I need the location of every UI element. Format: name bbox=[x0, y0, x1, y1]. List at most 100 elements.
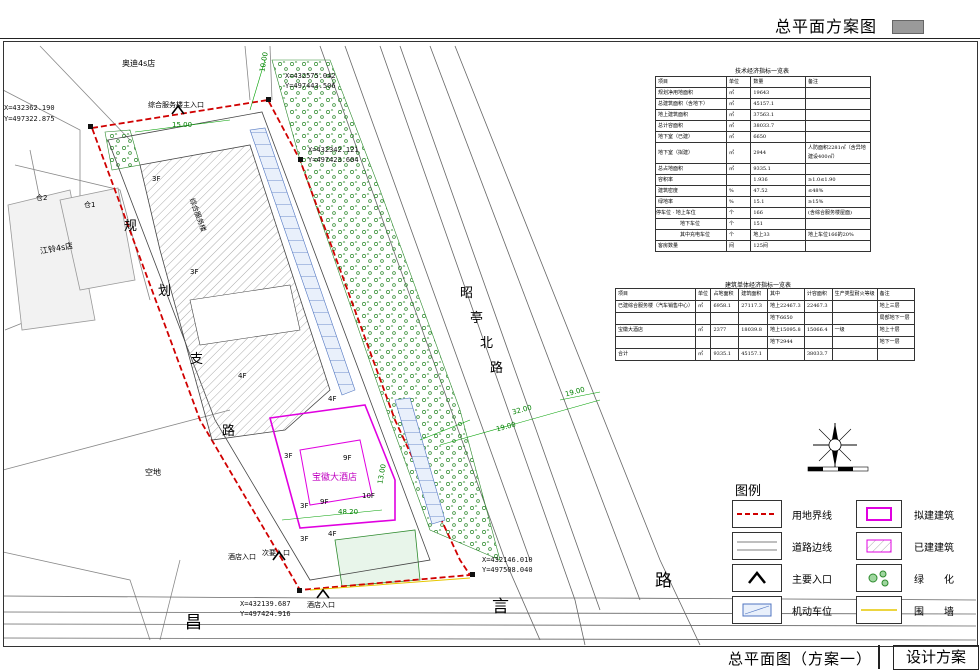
cell: 个 bbox=[725, 218, 752, 230]
cell: ㎡ bbox=[695, 300, 712, 313]
title-grey-box bbox=[892, 20, 924, 34]
label-side-entrance: 次要入口 bbox=[262, 549, 290, 557]
table-row: 其中充电车位个地上33 地上车位166的20% bbox=[655, 229, 871, 241]
cell: 个 bbox=[725, 229, 752, 241]
cell bbox=[710, 336, 740, 349]
cell: 建筑密度 bbox=[655, 185, 727, 197]
floor-label: 10F bbox=[362, 492, 375, 500]
floor-label: 9F bbox=[320, 498, 329, 506]
cell bbox=[725, 174, 752, 186]
legend-label: 用地界线 bbox=[792, 511, 832, 522]
cell bbox=[831, 312, 878, 325]
table-row: 客房数量间 125间 bbox=[655, 240, 871, 252]
floor-label: 4F bbox=[238, 372, 247, 380]
cell: 总占地面积 bbox=[655, 163, 727, 175]
table-row: 规划净用地面积㎡ 19643 bbox=[655, 87, 871, 99]
drawing-sheet: 总平面方案图 奥迪4s店 江铃4s店 仓2 仓1 空地 综合服务楼主入口 酒店入… bbox=[0, 0, 980, 670]
cell: 2377 bbox=[710, 324, 740, 337]
footer-title: 总平面图（方案一） bbox=[728, 650, 873, 668]
legend-swatch-proposed bbox=[856, 500, 902, 528]
cell: 地上22467.3 bbox=[766, 300, 805, 313]
cell: 18039.8 bbox=[738, 324, 768, 337]
cell: 6958.1 bbox=[710, 300, 740, 313]
road-west-char: 路 bbox=[222, 424, 236, 439]
header-cell: 数量 bbox=[750, 76, 807, 88]
floor-label: 4F bbox=[328, 530, 337, 538]
road-south-char: 昌 bbox=[185, 613, 202, 633]
cell bbox=[831, 348, 878, 361]
cell: 地上建筑面积 bbox=[655, 109, 727, 121]
header-cell: 其中 bbox=[766, 288, 805, 301]
cell: 容积率 bbox=[655, 174, 727, 186]
cell: 地下室（已建） bbox=[655, 131, 727, 143]
cell: ㎡ bbox=[725, 98, 752, 110]
cell: 47.52 bbox=[750, 185, 807, 197]
coord-label: X=432139.687 bbox=[240, 600, 291, 608]
road-ne-char: 昭 bbox=[460, 286, 474, 301]
cell bbox=[614, 336, 697, 349]
scale-bar bbox=[807, 466, 869, 472]
table-row: 总计容面积㎡ 38033.7 bbox=[655, 120, 871, 132]
label-service-entrance: 综合服务楼主入口 bbox=[148, 101, 204, 109]
cell: 地上33 bbox=[750, 229, 807, 241]
cell: 合计 bbox=[614, 348, 697, 361]
label-warehouse2: 仓2 bbox=[36, 194, 48, 202]
coord-label: X=432362.190 bbox=[4, 104, 55, 112]
legend-label: 绿 化 bbox=[914, 575, 954, 586]
cell: 6650 bbox=[750, 131, 807, 143]
cell bbox=[803, 336, 833, 349]
cell: ㎡ bbox=[725, 142, 752, 164]
header-cell: 占地面积 bbox=[710, 288, 740, 301]
cell: 停车位 · 地上车位 bbox=[655, 207, 727, 219]
cell: 27117.3 bbox=[738, 300, 768, 313]
floor-label: 9F bbox=[343, 454, 352, 462]
cell: (含综合服务楼屋面) bbox=[805, 207, 871, 219]
header-cell: 单位 bbox=[695, 288, 712, 301]
table-row: 容积率 1.936 ≥1.0≤1.90 bbox=[655, 174, 871, 186]
label-empty-lot: 空地 bbox=[145, 468, 161, 477]
cell: 绿地率 bbox=[655, 196, 727, 208]
table-row: 宝徽大酒店㎡ 2377 18039.8 地上15095.8 15066.4 一级 地上十层 bbox=[614, 324, 916, 337]
coord-label: Y=497423.604 bbox=[308, 156, 359, 164]
coord-label: X=432575.042 bbox=[285, 72, 336, 80]
cell: 人防面积2281㎡（含异地建设400㎡） bbox=[805, 142, 871, 164]
cell: 38033.7 bbox=[803, 348, 833, 361]
cell: 15066.4 bbox=[803, 324, 833, 337]
label-hotel-entrance: 酒店入口 bbox=[307, 601, 335, 609]
cell: 地下一层 bbox=[876, 336, 916, 349]
header-cell: 生产类型耐火等级 bbox=[831, 288, 878, 301]
cell bbox=[695, 336, 712, 349]
legend-swatch-wall bbox=[856, 596, 902, 624]
cell bbox=[614, 312, 697, 325]
cell: ≥15% bbox=[805, 196, 871, 208]
table-row: 总占地面积㎡ 9335.1 bbox=[655, 163, 871, 175]
label-hotel: 宝徽大酒店 bbox=[312, 473, 358, 483]
road-west-char: 划 bbox=[158, 284, 172, 299]
cell bbox=[831, 300, 878, 313]
table-row: 地下6650 局部地下一层 bbox=[614, 312, 916, 325]
header-cell: 项目 bbox=[614, 288, 697, 301]
cell: 已建综合服务楼（汽车销售中心） bbox=[614, 300, 697, 313]
floor-label: 3F bbox=[300, 502, 309, 510]
table-header-row: 项目 单位 数量 备注 bbox=[655, 76, 871, 88]
legend-label: 已建建筑 bbox=[914, 543, 954, 554]
cell: 2944 bbox=[750, 142, 807, 164]
legend-label: 主要入口 bbox=[792, 575, 832, 586]
road-ne-char: 路 bbox=[490, 361, 504, 376]
cell: ㎡ bbox=[725, 120, 752, 132]
table-row: 合计㎡ 9335.1 45157.1 38033.7 bbox=[614, 348, 916, 361]
cell: 个 bbox=[725, 207, 752, 219]
floor-label: 3F bbox=[190, 268, 199, 276]
parking-label: 停车位 bbox=[656, 210, 672, 216]
cell bbox=[695, 312, 712, 325]
cell bbox=[738, 336, 768, 349]
cell: 166 bbox=[750, 207, 807, 219]
road-ne-char: 北 bbox=[480, 336, 494, 351]
legend-swatch-existing bbox=[856, 532, 902, 560]
table-row: 地下2944 地下一层 bbox=[614, 336, 916, 349]
header-cell: 计容面积 bbox=[803, 288, 833, 301]
cell: % bbox=[725, 185, 752, 197]
cell bbox=[805, 98, 871, 110]
tech-table-title: 技术经济指标一览表 bbox=[735, 68, 790, 75]
road-ne-char: 亭 bbox=[470, 311, 484, 326]
